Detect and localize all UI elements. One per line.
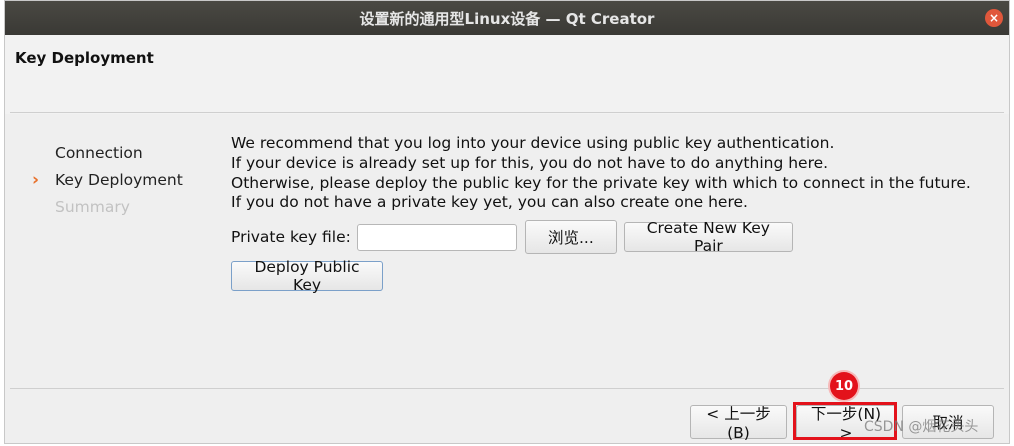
description-line: Otherwise, please deploy the public key … <box>231 173 971 192</box>
step-key-deployment: › Key Deployment <box>30 169 183 196</box>
header-divider <box>10 112 1004 113</box>
private-key-row: Private key file: 浏览... Create New Key P… <box>231 219 793 255</box>
create-new-key-pair-button[interactable]: Create New Key Pair <box>623 219 793 255</box>
description: We recommend that you log into your devi… <box>231 134 971 213</box>
step-number-badge: 10 <box>830 372 858 400</box>
private-key-input[interactable] <box>356 223 517 251</box>
page-header: Key Deployment <box>5 35 1009 114</box>
deploy-public-key-button[interactable]: Deploy Public Key <box>231 258 383 294</box>
private-key-label: Private key file: <box>231 228 351 246</box>
back-button[interactable]: < 上一步(B) <box>690 405 787 442</box>
description-line: If you do not have a private key yet, yo… <box>231 193 748 212</box>
description-line: If your device is already set up for thi… <box>231 153 829 172</box>
browse-button[interactable]: 浏览... <box>524 220 617 254</box>
wizard-steps: Connection › Key Deployment Summary <box>30 142 183 223</box>
page-title: Key Deployment <box>15 49 154 67</box>
step-label: Key Deployment <box>55 171 183 189</box>
title-bar: 设置新的通用型Linux设备 — Qt Creator × <box>5 1 1009 35</box>
step-label: Connection <box>55 144 143 162</box>
current-step-chevron-icon: › <box>32 170 40 190</box>
watermark: CSDN @烟花头头 <box>864 419 979 435</box>
step-label: Summary <box>55 198 130 216</box>
step-summary: Summary <box>30 196 183 223</box>
description-line: We recommend that you log into your devi… <box>231 134 835 152</box>
close-icon[interactable]: × <box>985 9 1003 27</box>
window-title: 设置新的通用型Linux设备 — Qt Creator <box>359 9 655 28</box>
step-connection: Connection <box>30 142 183 169</box>
